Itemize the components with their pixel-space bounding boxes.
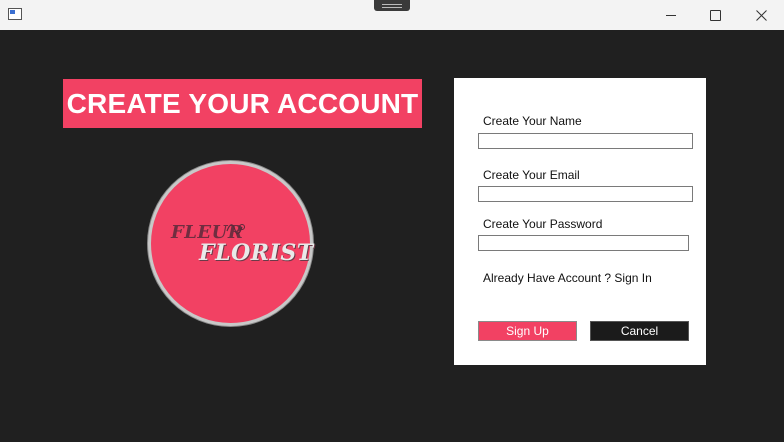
sign-up-button[interactable]: Sign Up xyxy=(478,321,577,341)
name-label: Create Your Name xyxy=(483,114,582,128)
brand-logo: FLEUR FLORIST xyxy=(148,161,313,326)
signup-form-panel: Create Your Name Create Your Email Creat… xyxy=(454,78,706,365)
minimize-icon xyxy=(666,14,676,16)
logo-swirl-icon xyxy=(226,224,245,235)
logo-text-bottom: FLORIST xyxy=(199,240,314,266)
name-field[interactable] xyxy=(478,133,693,149)
email-field[interactable] xyxy=(478,186,693,202)
maximize-button[interactable] xyxy=(692,0,738,30)
close-icon xyxy=(755,9,767,21)
close-button[interactable] xyxy=(738,0,784,30)
sign-in-link[interactable]: Already Have Account ? Sign In xyxy=(483,271,652,285)
snap-handle[interactable] xyxy=(374,0,410,11)
password-label: Create Your Password xyxy=(483,217,603,231)
app-window-icon xyxy=(8,8,22,20)
page-title: CREATE YOUR ACCOUNT xyxy=(66,87,419,119)
minimize-button[interactable] xyxy=(648,0,694,30)
cancel-button[interactable]: Cancel xyxy=(590,321,689,341)
maximize-icon xyxy=(709,9,721,21)
password-field[interactable] xyxy=(478,235,689,251)
page-title-banner: CREATE YOUR ACCOUNT xyxy=(63,79,422,128)
email-label: Create Your Email xyxy=(483,168,580,182)
title-bar xyxy=(0,0,784,30)
